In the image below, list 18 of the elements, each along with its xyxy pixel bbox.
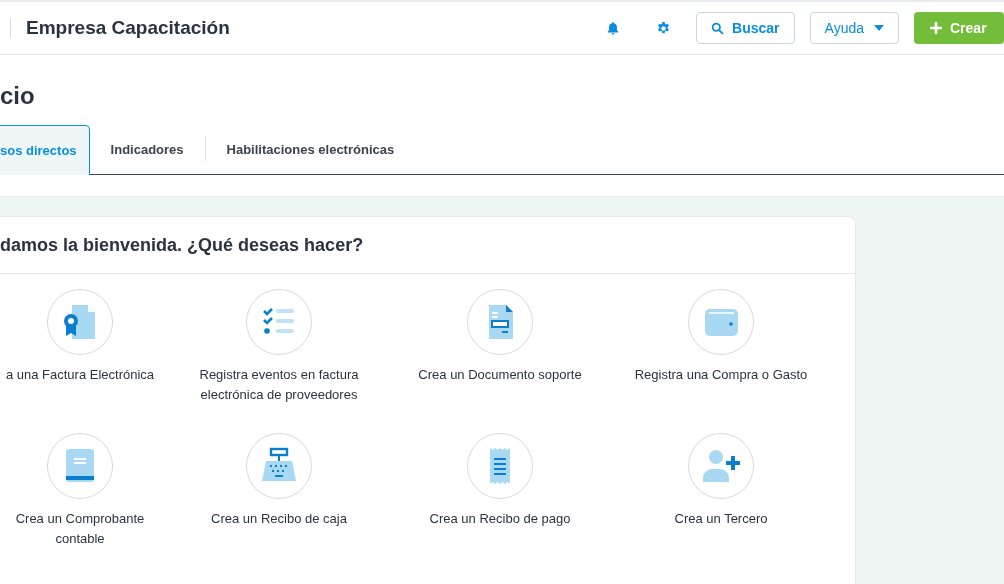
action-label[interactable]: Crea un Recibo de caja bbox=[211, 509, 347, 529]
search-button[interactable]: Buscar bbox=[696, 12, 795, 44]
page-title: cio bbox=[0, 81, 36, 111]
action-label[interactable]: Crea un Tercero bbox=[674, 509, 768, 529]
action-label[interactable]: Crea un Comprobante contable bbox=[0, 509, 160, 549]
search-icon bbox=[711, 21, 725, 35]
company-name: Empresa Capacitación bbox=[26, 17, 230, 39]
caret-icon bbox=[874, 25, 884, 31]
action-label[interactable]: Registra una Compra o Gasto bbox=[634, 365, 808, 385]
help-button[interactable]: Ayuda bbox=[809, 12, 899, 44]
notification-bell-icon[interactable] bbox=[606, 21, 621, 35]
card-title: damos la bienvenida. ¿Qué deseas hacer? bbox=[0, 217, 855, 274]
action-label[interactable]: Registra eventos en factura electrónica de proveedores bbox=[179, 365, 379, 405]
action-label[interactable]: a una Factura Electrónica bbox=[5, 365, 155, 385]
plus-icon bbox=[930, 22, 942, 34]
action-label[interactable]: Crea un Documento soporte bbox=[418, 365, 582, 385]
settings-icon[interactable] bbox=[656, 20, 672, 36]
action-label[interactable]: Crea un Recibo de pago bbox=[429, 509, 571, 529]
